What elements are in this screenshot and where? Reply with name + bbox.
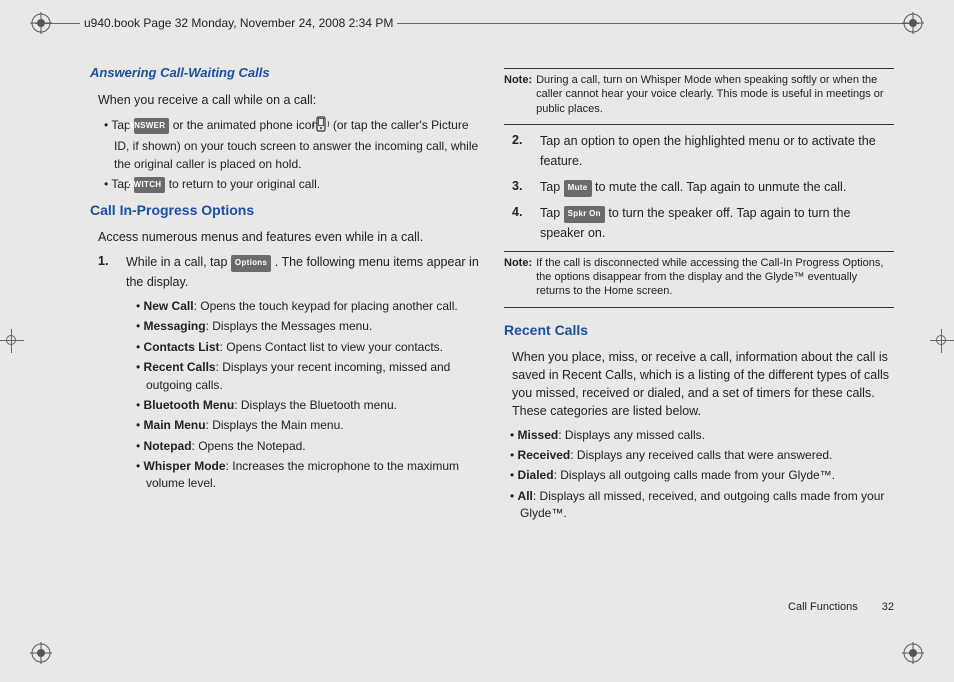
- switch-button-icon: SWITCH: [134, 177, 165, 193]
- text: or the animated phone icon: [173, 118, 322, 132]
- rule: [504, 124, 894, 125]
- page-header: u940.book Page 32 Monday, November 24, 2…: [80, 16, 397, 30]
- list-item: Missed: Displays any missed calls.: [520, 427, 894, 444]
- heading-call-in-progress: Call In-Progress Options: [90, 200, 480, 220]
- step-number: 1.: [98, 252, 116, 292]
- item-desc: : Displays the Main menu.: [206, 418, 344, 432]
- text: to mute the call. Tap again to unmute th…: [595, 180, 846, 194]
- item-title: Recent Calls: [144, 360, 216, 374]
- rule: [504, 307, 894, 308]
- text: Tap: [540, 206, 564, 220]
- step-number: 4.: [512, 203, 530, 243]
- note-label: Note:: [504, 73, 532, 116]
- step-body: Tap an option to open the highlighted me…: [540, 131, 894, 171]
- intro-text: Access numerous menus and features even …: [98, 228, 480, 246]
- footer-page-number: 32: [882, 600, 894, 616]
- item-desc: : Opens the Notepad.: [192, 439, 306, 453]
- mute-button-icon: Mute: [564, 180, 592, 197]
- step-2: 2. Tap an option to open the highlighted…: [512, 131, 894, 171]
- item-desc: : Displays all missed, received, and out…: [520, 489, 884, 520]
- item-desc: : Opens Contact list to view your contac…: [220, 340, 443, 354]
- crop-mark-icon: [930, 329, 954, 353]
- footer-section: Call Functions: [788, 600, 858, 616]
- list-item: Dialed: Displays all outgoing calls made…: [520, 467, 894, 484]
- registration-mark-icon: [902, 642, 924, 664]
- list-item: Contacts List: Opens Contact list to vie…: [146, 339, 480, 356]
- list-item: Tap SWITCH to return to your original ca…: [114, 176, 480, 193]
- list-item: Bluetooth Menu: Displays the Bluetooth m…: [146, 397, 480, 414]
- item-desc: : Displays all outgoing calls made from …: [554, 468, 835, 482]
- list-item: New Call: Opens the touch keypad for pla…: [146, 298, 480, 315]
- item-title: Notepad: [144, 439, 192, 453]
- step-4: 4. Tap Spkr On to turn the speaker off. …: [512, 203, 894, 243]
- registration-mark-icon: [30, 642, 52, 664]
- page-footer: Call Functions 32: [788, 600, 894, 616]
- list-item: Received: Displays any received calls th…: [520, 447, 894, 464]
- item-desc: : Displays the Bluetooth menu.: [234, 398, 397, 412]
- phone-icon: [322, 115, 330, 138]
- speaker-on-button-icon: Spkr On: [564, 206, 605, 223]
- rule: [504, 68, 894, 69]
- list-item: Whisper Mode: Increases the microphone t…: [146, 458, 480, 493]
- recent-calls-intro: When you place, miss, or receive a call,…: [512, 348, 894, 421]
- item-title: Contacts List: [144, 340, 220, 354]
- rule: [504, 251, 894, 252]
- item-title: Dialed: [518, 468, 554, 482]
- intro-text: When you receive a call while on a call:: [98, 91, 480, 109]
- item-desc: : Opens the touch keypad for placing ano…: [194, 299, 458, 313]
- note-label: Note:: [504, 256, 532, 299]
- options-button-icon: Options: [231, 255, 271, 272]
- list-item: Tap ANSWER or the animated phone icon (o…: [114, 115, 480, 173]
- note-disconnected: Note: If the call is disconnected while …: [504, 256, 894, 299]
- note-body: During a call, turn on Whisper Mode when…: [536, 73, 894, 116]
- list-item: All: Displays all missed, received, and …: [520, 488, 894, 523]
- note-body: If the call is disconnected while access…: [536, 256, 894, 299]
- item-title: Main Menu: [144, 418, 206, 432]
- list-item: Recent Calls: Displays your recent incom…: [146, 359, 480, 394]
- item-title: Missed: [518, 428, 559, 442]
- item-title: New Call: [144, 299, 194, 313]
- item-desc: : Displays any received calls that were …: [570, 448, 832, 462]
- item-desc: : Displays any missed calls.: [558, 428, 705, 442]
- heading-answering-call-waiting: Answering Call-Waiting Calls: [90, 64, 480, 83]
- step-number: 3.: [512, 177, 530, 197]
- item-title: All: [518, 489, 533, 503]
- note-whisper-mode: Note: During a call, turn on Whisper Mod…: [504, 73, 894, 116]
- item-title: Messaging: [144, 319, 206, 333]
- page-content: Answering Call-Waiting Calls When you re…: [90, 60, 894, 622]
- item-title: Received: [518, 448, 571, 462]
- step-1: 1. While in a call, tap Options . The fo…: [98, 252, 480, 292]
- step-number: 2.: [512, 131, 530, 171]
- list-item: Main Menu: Displays the Main menu.: [146, 417, 480, 434]
- left-column: Answering Call-Waiting Calls When you re…: [90, 60, 480, 622]
- item-title: Bluetooth Menu: [144, 398, 235, 412]
- step-3: 3. Tap Mute to mute the call. Tap again …: [512, 177, 894, 197]
- crop-mark-icon: [0, 329, 24, 353]
- text: Tap: [540, 180, 564, 194]
- registration-mark-icon: [902, 12, 924, 34]
- text: While in a call, tap: [126, 255, 231, 269]
- text: to return to your original call.: [169, 177, 320, 191]
- heading-recent-calls: Recent Calls: [504, 320, 894, 340]
- answer-button-icon: ANSWER: [134, 118, 169, 134]
- right-column: Note: During a call, turn on Whisper Mod…: [504, 60, 894, 622]
- list-item: Messaging: Displays the Messages menu.: [146, 318, 480, 335]
- item-title: Whisper Mode: [144, 459, 226, 473]
- item-desc: : Displays the Messages menu.: [206, 319, 373, 333]
- list-item: Notepad: Opens the Notepad.: [146, 438, 480, 455]
- registration-mark-icon: [30, 12, 52, 34]
